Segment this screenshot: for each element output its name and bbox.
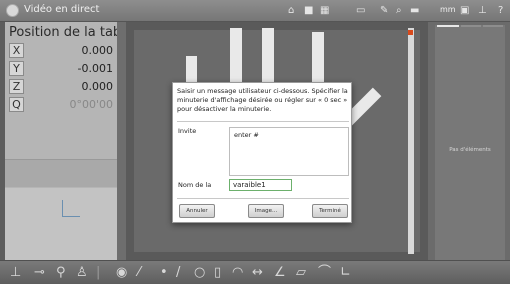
position-panel: Position de la table X 0.000 Y -0.001 Z …: [5, 22, 133, 260]
prompt-textarea[interactable]: enter #: [229, 127, 349, 176]
part-view[interactable]: [5, 188, 117, 260]
origin-y-axis: [62, 200, 63, 216]
feature-tab[interactable]: [483, 25, 503, 27]
variable-name-input[interactable]: varaible1: [229, 179, 292, 191]
probe-tool-icon[interactable]: ⊸: [34, 265, 45, 280]
angle-icon[interactable]: ∠: [274, 265, 286, 280]
empty-list-text: Pas d'éléments: [449, 147, 491, 153]
point-icon[interactable]: •: [160, 265, 168, 280]
axis-y-value: -0.001: [77, 62, 113, 75]
distance-icon[interactable]: ↔: [252, 265, 263, 280]
magnify-icon[interactable]: ⌕: [396, 5, 402, 16]
home-icon[interactable]: ⌂: [288, 5, 294, 16]
measure-tool-icon[interactable]: ⊥: [10, 265, 21, 280]
axis-row-z: Z 0.000: [9, 79, 115, 95]
axis-z-button[interactable]: Z: [9, 79, 24, 94]
feature-list[interactable]: Pas d'éléments: [435, 25, 505, 260]
feature-tab[interactable]: [461, 25, 481, 27]
slot-icon[interactable]: ▯: [214, 265, 221, 280]
divider-icon: |: [96, 265, 101, 280]
arc-icon[interactable]: ◠: [232, 265, 243, 280]
line-icon[interactable]: /: [176, 265, 180, 280]
line-tool-icon[interactable]: ⁄: [138, 265, 140, 280]
edge-tool-icon[interactable]: ⚲: [56, 265, 66, 280]
cancel-button[interactable]: Annuler: [179, 204, 215, 218]
done-button[interactable]: Terminé: [312, 204, 348, 218]
axis-z-value: 0.000: [81, 80, 114, 93]
app-window: Vidéo en direct ⌂ ■ ▦ ▭ ✎ ⌕ ▬ mm ▣ ⊥ ? P…: [0, 0, 510, 284]
corner-icon[interactable]: ∟: [340, 265, 351, 280]
settings-icon[interactable]: ▣: [460, 5, 469, 16]
variable-name-label: Nom de la: [178, 181, 212, 189]
curve-icon[interactable]: ⌒: [318, 265, 331, 280]
grid-icon[interactable]: ▦: [320, 5, 329, 16]
brightness-icon[interactable]: ▬: [410, 5, 419, 16]
measure-icon[interactable]: ▭: [356, 5, 365, 16]
camera-icon[interactable]: ■: [304, 5, 313, 16]
axis-x-value: 0.000: [81, 44, 114, 57]
origin-x-axis: [62, 216, 80, 217]
axis-y-button[interactable]: Y: [9, 61, 24, 76]
position-panel-title: Position de la table: [9, 25, 133, 40]
axis-x-button[interactable]: X: [9, 43, 24, 58]
image-button[interactable]: Image...: [248, 204, 284, 218]
prompt-label: Invite: [178, 127, 197, 135]
bottom-toolbar: ⊥ ⊸ ⚲ ♙ | ◉ ⁄ • / ○ ▯ ◠ ↔ ∠ ▱ ⌒ ∟: [0, 260, 510, 284]
unit-toggle[interactable]: mm: [440, 5, 456, 14]
info-icon[interactable]: ⊥: [478, 5, 487, 16]
axis-q-button[interactable]: Q: [9, 97, 24, 112]
axis-row-x: X 0.000: [9, 43, 115, 59]
help-icon[interactable]: ?: [498, 5, 503, 16]
circle-icon[interactable]: ○: [194, 265, 205, 280]
person-tool-icon[interactable]: ♙: [76, 265, 88, 280]
polygon-icon[interactable]: ▱: [296, 265, 306, 280]
video-feature: [408, 28, 414, 254]
axis-q-value: 0°00'00: [69, 98, 113, 111]
feature-list-panel: Pas d'éléments: [428, 22, 510, 260]
axis-row-y: Y -0.001: [9, 61, 115, 77]
dialog-divider: [177, 198, 349, 199]
feature-tab-active[interactable]: [437, 25, 459, 27]
panel-divider: [5, 159, 117, 187]
top-bar: Vidéo en direct ⌂ ■ ▦ ▭ ✎ ⌕ ▬ mm ▣ ⊥ ?: [0, 0, 510, 22]
app-logo-icon[interactable]: [6, 4, 19, 17]
crosshair-marker: [408, 30, 413, 35]
user-message-dialog: Saisir un message utilisateur ci-dessous…: [172, 82, 352, 223]
dialog-message: Saisir un message utilisateur ci-dessous…: [177, 87, 348, 113]
light-icon[interactable]: ◉: [116, 265, 127, 280]
dialog-divider: [177, 121, 349, 122]
axis-row-q: Q 0°00'00: [9, 97, 115, 113]
panel-splitter[interactable]: [117, 22, 126, 260]
probe-icon[interactable]: ✎: [380, 5, 388, 16]
window-title: Vidéo en direct: [24, 4, 100, 15]
